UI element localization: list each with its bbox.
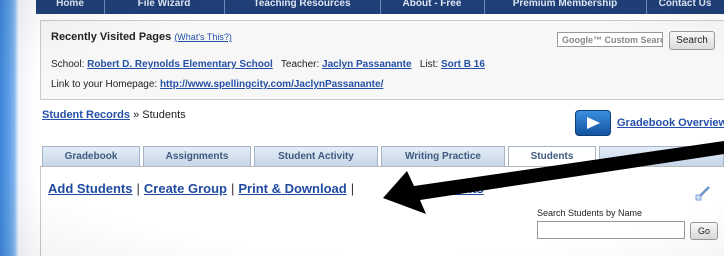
teacher-link[interactable]: Jaclyn Passanante — [322, 59, 412, 70]
tab-writing-practice[interactable]: Writing Practice — [381, 146, 505, 166]
breadcrumb-current: Students — [142, 109, 186, 121]
students-action-link[interactable]: Students — [428, 181, 484, 196]
whats-this-link[interactable]: (What's This?) — [174, 32, 232, 42]
top-navigation-bar: Home File Wizard Teaching Resources Abou… — [36, 0, 724, 14]
go-button[interactable]: Go — [690, 222, 718, 240]
recently-visited-heading: Recently Visited Pages — [51, 31, 172, 43]
action-separator: | — [136, 181, 140, 196]
breadcrumb-student-records[interactable]: Student Records — [42, 109, 130, 121]
tab-assignments[interactable]: Assignments — [143, 146, 251, 166]
nav-item-file-wizard[interactable]: File Wizard — [104, 0, 225, 14]
nav-item-teaching-resources[interactable]: Teaching Resources — [224, 0, 381, 14]
action-separator: | — [230, 181, 235, 196]
teacher-label: Teacher: — [280, 59, 320, 70]
search-students-label: Search Students by Name — [537, 208, 643, 218]
gradebook-overview-link[interactable]: Gradebook Overview — [617, 117, 724, 129]
list-link[interactable]: Sort B 16 — [441, 59, 485, 70]
homepage-link[interactable]: http://www.spellingcity.com/JaclynPassan… — [160, 79, 383, 90]
edit-pencil-icon[interactable] — [695, 185, 711, 201]
add-students-link[interactable]: Add Students — [48, 181, 133, 196]
action-separator: | — [350, 181, 355, 196]
tab-gradebook[interactable]: Gradebook — [42, 146, 140, 166]
print-download-link[interactable]: Print & Download — [238, 181, 346, 196]
school-label: School: — [51, 59, 85, 70]
nav-item-about[interactable]: About - Free — [380, 0, 485, 14]
tab-students[interactable]: Students — [508, 146, 596, 168]
school-info-line: School: Robert D. Reynolds Elementary Sc… — [51, 59, 485, 70]
nav-item-contact-us[interactable]: Contact Us — [646, 0, 724, 14]
left-edge-fade — [14, 0, 36, 256]
google-logo-text: Google™ Custom Search — [562, 35, 663, 45]
recently-visited-title: Recently Visited Pages (What's This?) — [51, 31, 232, 43]
school-link[interactable]: Robert D. Reynolds Elementary School — [87, 59, 273, 70]
nav-item-premium-membership[interactable]: Premium Membership — [484, 0, 647, 14]
breadcrumb-separator: » — [133, 109, 140, 121]
homepage-label: Link to your Homepage: — [51, 79, 158, 90]
breadcrumb: Student Records » Students — [42, 109, 186, 121]
create-group-link[interactable]: Create Group — [144, 181, 227, 196]
tab-extra[interactable] — [599, 146, 724, 166]
search-students-input[interactable] — [537, 221, 685, 239]
google-search-input[interactable]: Google™ Custom Search — [557, 32, 663, 47]
homepage-info-line: Link to your Homepage: http://www.spelli… — [51, 79, 383, 90]
search-button[interactable]: Search — [669, 31, 715, 50]
recently-visited-panel: Recently Visited Pages (What's This?) Go… — [40, 20, 724, 100]
student-actions-row: Add Students | Create Group | Print & Downlo… — [48, 181, 484, 196]
tab-student-activity[interactable]: Student Activity — [254, 146, 378, 166]
video-play-icon[interactable] — [575, 110, 611, 136]
list-label: List: — [419, 59, 439, 70]
nav-item-home[interactable]: Home — [36, 0, 105, 14]
